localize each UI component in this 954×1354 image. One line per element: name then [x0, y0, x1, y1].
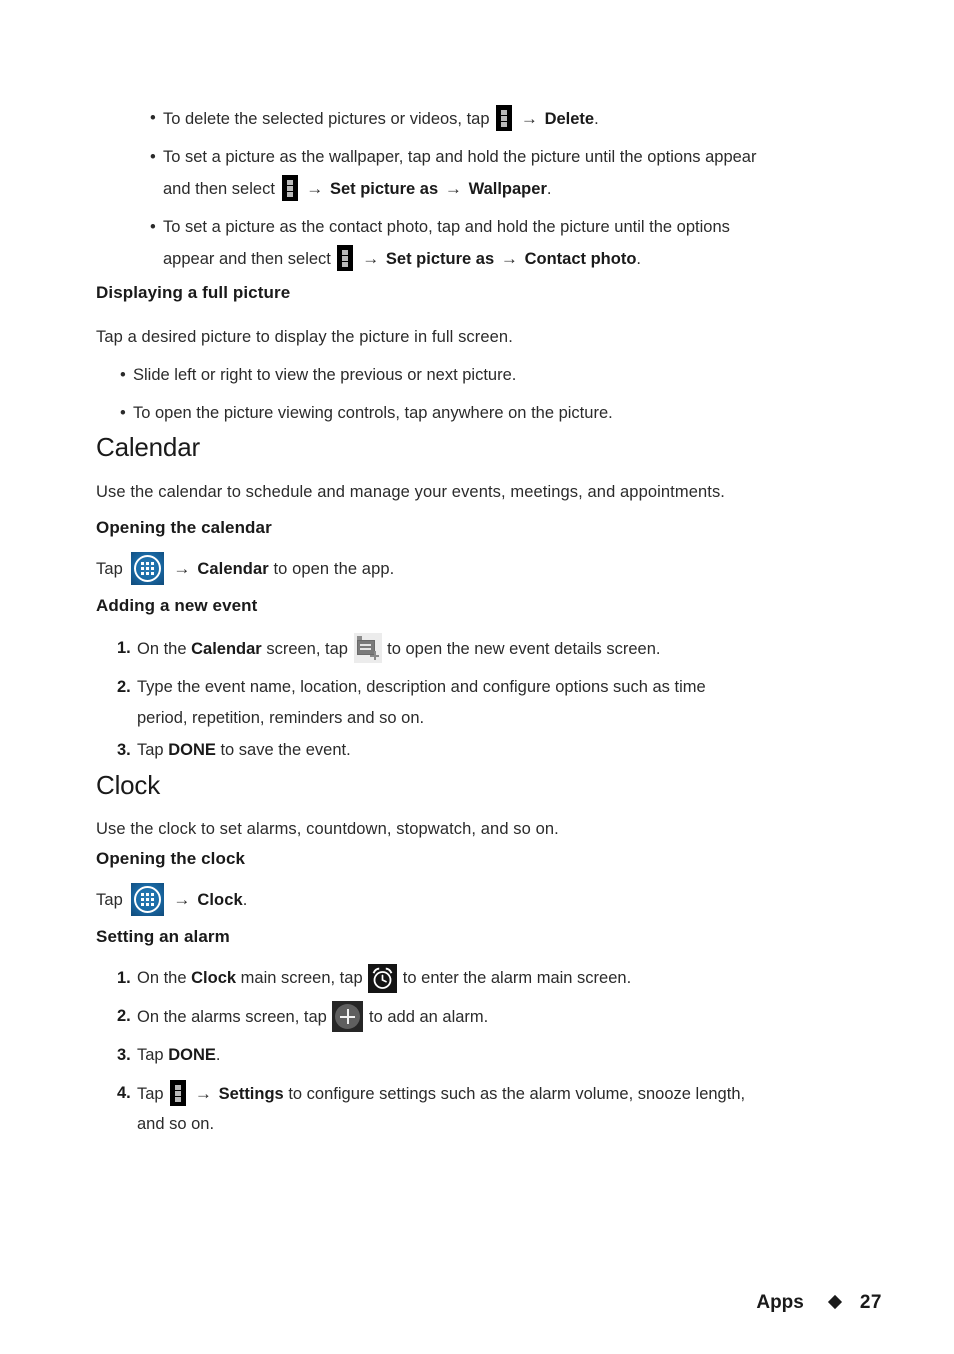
heading-adding-a-new-event: Adding a new event: [96, 596, 258, 615]
period: .: [242, 891, 248, 909]
manual-page: • To delete the selected pictures or vid…: [0, 0, 954, 1354]
arrow-glyph: →: [496, 249, 523, 268]
bullet-text-line1: To set a picture as the wallpaper, tap a…: [163, 148, 757, 166]
tap-label: Tap: [96, 560, 128, 578]
period: .: [636, 250, 641, 268]
page-number: 27: [859, 1292, 882, 1313]
bullet-marker: •: [150, 109, 156, 127]
step-text-line2: and so on.: [137, 1115, 215, 1133]
bullet-text-line1: To set a picture as the contact photo, t…: [163, 218, 730, 236]
app-drawer-icon[interactable]: [130, 883, 164, 916]
overflow-menu-icon[interactable]: [170, 1080, 187, 1106]
step-text: On the: [137, 969, 192, 987]
arrow-glyph: →: [168, 559, 196, 578]
button-done: DONE: [168, 1046, 216, 1064]
step-text-mid: main screen, tap: [236, 969, 368, 987]
bullet-text-line2: and then select: [163, 180, 280, 198]
step-number: 1.: [117, 969, 131, 987]
menu-item-delete: Delete: [544, 110, 595, 128]
heading-calendar: Calendar: [96, 432, 200, 462]
heading-clock: Clock: [96, 770, 161, 800]
paragraph-displaying-intro: Tap a desired picture to display the pic…: [96, 328, 513, 346]
bullet-marker: •: [120, 404, 126, 422]
bullet-text: Slide left or right to view the previous…: [133, 366, 517, 384]
arrow-glyph: →: [516, 109, 543, 128]
menu-item-settings: Settings: [218, 1085, 284, 1103]
arrow-glyph: →: [357, 249, 384, 268]
arrow-glyph: →: [190, 1084, 217, 1103]
step-number: 3.: [117, 741, 131, 759]
step-number: 2.: [117, 678, 131, 696]
screen-name-calendar: Calendar: [191, 640, 262, 658]
heading-opening-the-clock: Opening the clock: [96, 849, 246, 868]
step-text-mid: screen, tap: [261, 640, 353, 658]
button-done: DONE: [168, 741, 216, 759]
paragraph-calendar-intro: Use the calendar to schedule and manage …: [96, 483, 725, 501]
step-number: 2.: [117, 1007, 131, 1025]
tap-label: Tap: [96, 891, 128, 909]
menu-item-set-picture-as: Set picture as: [385, 250, 495, 268]
step-text: Tap: [137, 741, 169, 759]
arrow-glyph: →: [440, 179, 467, 198]
page-footer: Apps 27: [0, 1292, 954, 1314]
paragraph-clock-intro: Use the clock to set alarms, countdown, …: [96, 820, 559, 838]
add-plus-icon[interactable]: [332, 1001, 364, 1032]
period: .: [215, 1046, 221, 1064]
heading-displaying-full-picture: Displaying a full picture: [96, 283, 291, 302]
overflow-menu-icon[interactable]: [281, 175, 298, 201]
step-open-clock: Tap → Clock.: [96, 883, 896, 916]
step-number: 4.: [117, 1084, 131, 1102]
bullet-marker: •: [150, 218, 156, 236]
heading-opening-the-calendar: Opening the calendar: [96, 518, 272, 537]
bullet-text: To open the picture viewing controls, ta…: [133, 404, 613, 422]
alarm-clock-icon[interactable]: [368, 964, 398, 993]
arrow-glyph: →: [301, 179, 328, 198]
step-text: Tap: [137, 1085, 169, 1103]
bullet-text: To delete the selected pictures or video…: [163, 110, 495, 128]
step-text-post: to enter the alarm main screen.: [398, 969, 632, 987]
new-event-icon[interactable]: [353, 633, 382, 663]
bullet-text-line2: appear and then select: [163, 250, 336, 268]
arrow-glyph: →: [168, 890, 196, 909]
menu-item-set-picture-as: Set picture as: [329, 180, 439, 198]
step-open-calendar: Tap → Calendar to open the app.: [96, 552, 896, 585]
step-text-post: to configure settings such as the alarm …: [283, 1085, 746, 1103]
step-text: On the: [137, 640, 192, 658]
step-text-line1: Type the event name, location, descripti…: [137, 678, 706, 696]
diamond-separator-icon: [827, 1294, 842, 1310]
step-text-post: to add an alarm.: [364, 1008, 489, 1026]
step-text-post: to save the event.: [215, 741, 351, 759]
app-name-calendar: Calendar: [197, 560, 269, 578]
step-number: 3.: [117, 1046, 131, 1064]
period: .: [546, 180, 552, 198]
heading-setting-an-alarm: Setting an alarm: [96, 927, 230, 946]
step-text-post: to open the new event details screen.: [382, 640, 661, 658]
menu-item-contact-photo: Contact photo: [524, 250, 637, 268]
bullet-marker: •: [120, 366, 126, 384]
overflow-menu-icon[interactable]: [496, 105, 513, 131]
step-text: On the alarms screen, tap: [137, 1008, 332, 1026]
menu-item-wallpaper: Wallpaper: [468, 180, 547, 198]
step-number: 1.: [117, 639, 131, 657]
bullet-marker: •: [150, 148, 156, 166]
period: .: [594, 110, 599, 128]
screen-name-clock: Clock: [191, 969, 237, 987]
step-tail: to open the app.: [268, 560, 395, 578]
app-name-clock: Clock: [197, 891, 243, 909]
overflow-menu-icon[interactable]: [337, 245, 354, 271]
app-drawer-icon[interactable]: [130, 552, 164, 585]
step-text-line2: period, repetition, reminders and so on.: [137, 709, 425, 727]
footer-section-label: Apps: [756, 1292, 804, 1313]
step-text: Tap: [137, 1046, 169, 1064]
